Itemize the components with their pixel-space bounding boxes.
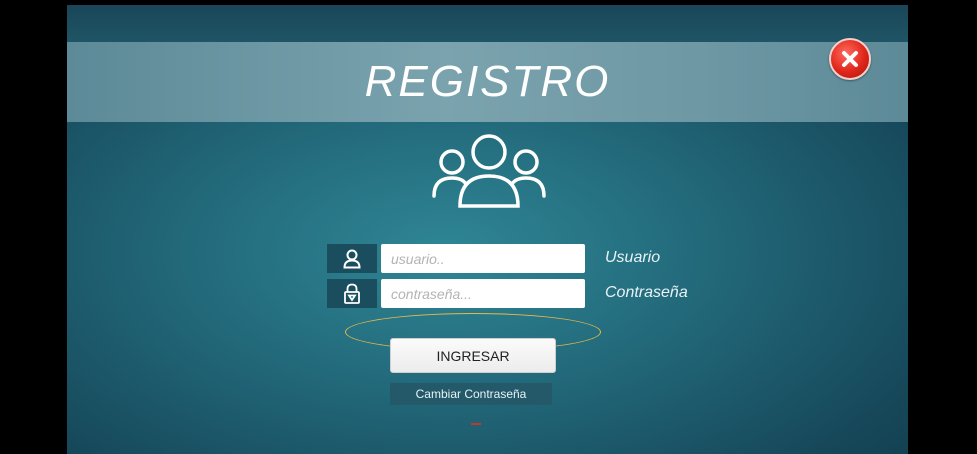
user-icon	[343, 249, 361, 268]
password-input[interactable]	[381, 279, 585, 308]
registration-screen: REGISTRO Usuario	[67, 5, 908, 454]
lock-icon	[344, 283, 360, 304]
username-label: Usuario	[605, 249, 661, 266]
top-strip	[67, 5, 908, 42]
red-mark	[471, 423, 481, 425]
login-button[interactable]: INGRESAR	[390, 338, 556, 373]
close-button[interactable]	[829, 38, 871, 80]
username-input[interactable]	[381, 244, 585, 273]
page-title: REGISTRO	[364, 57, 611, 106]
users-group-icon	[432, 134, 546, 208]
password-label: Contraseña	[605, 284, 688, 301]
username-icon-box	[327, 244, 377, 273]
close-icon	[842, 51, 858, 67]
password-icon-box	[327, 279, 377, 308]
change-password-button[interactable]: Cambiar Contraseña	[390, 383, 552, 405]
